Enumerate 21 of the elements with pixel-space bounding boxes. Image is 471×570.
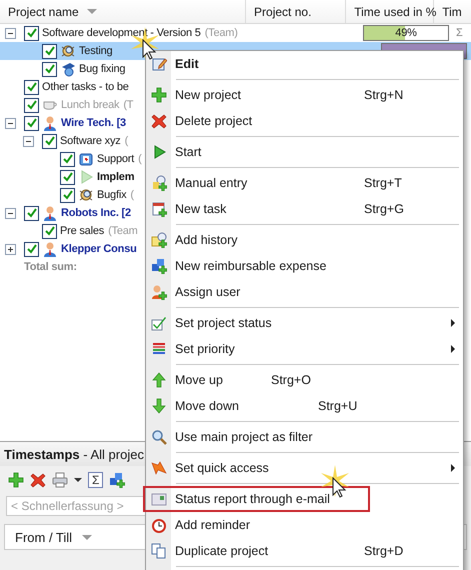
project-note: ( <box>130 189 134 201</box>
project-name: Other tasks - to be <box>42 81 129 93</box>
project-note: (Team <box>108 225 138 237</box>
project-name: Bug fixing <box>79 63 126 75</box>
sum-sign: Σ <box>455 27 463 39</box>
project-note: (Team) <box>204 27 238 39</box>
project-note: ( <box>138 153 142 165</box>
project-note: ( <box>124 135 128 147</box>
panel-title: Timestamps - All projec <box>4 446 144 462</box>
project-name: Wire Tech. [3 <box>61 117 126 129</box>
project-name: Support <box>97 153 134 165</box>
project-name: Robots Inc. [2 <box>61 207 131 219</box>
project-name: Software xyz <box>60 135 121 147</box>
project-name: Lunch break <box>61 99 120 111</box>
time-used-bar: 49% <box>363 25 449 41</box>
project-name: Testing <box>79 45 112 57</box>
project-name: Pre sales <box>60 225 104 237</box>
project-name: Klepper Consu <box>61 243 137 255</box>
project-name: Implem <box>97 171 134 183</box>
project-name: Bugfix <box>97 189 126 201</box>
project-note: (T <box>123 99 134 111</box>
